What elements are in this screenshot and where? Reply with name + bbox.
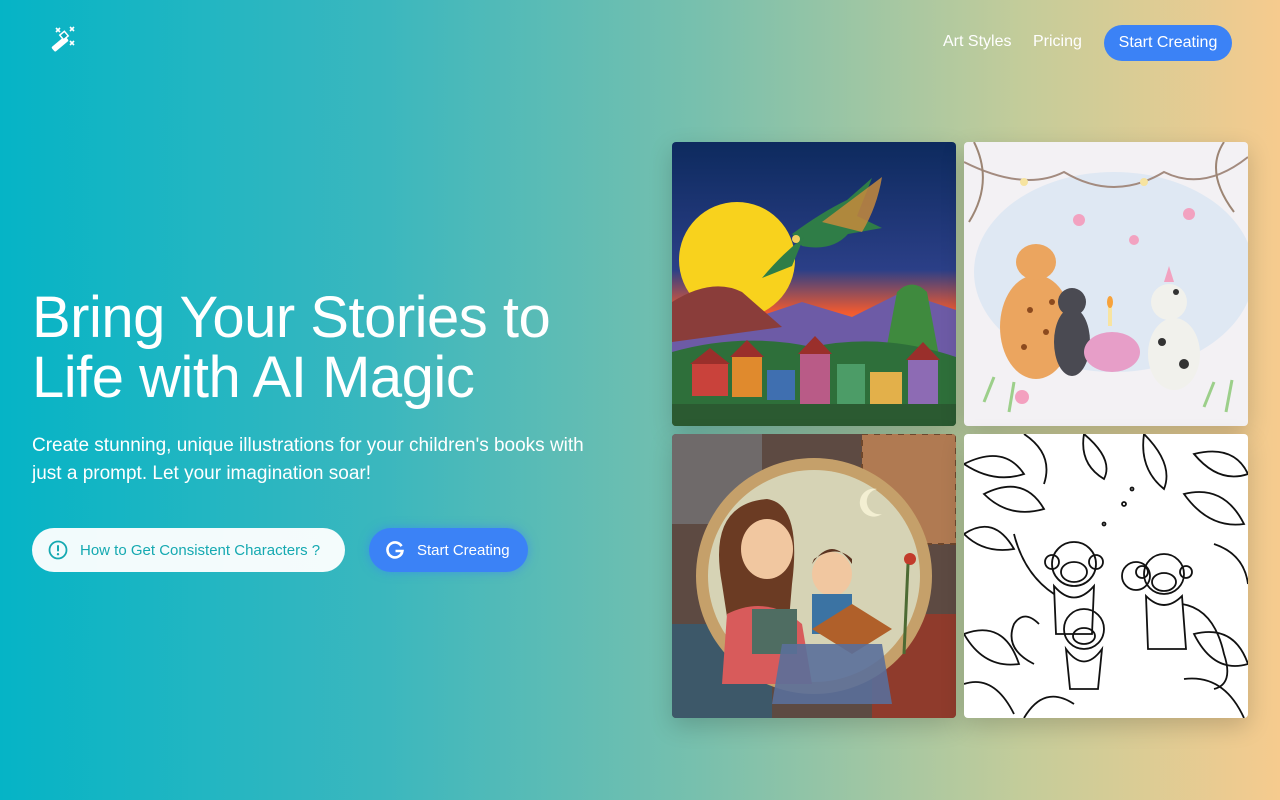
illustration-gallery — [672, 142, 1248, 718]
top-navigation: Art Styles Pricing Start Creating — [0, 0, 1280, 86]
info-circle-icon — [48, 540, 68, 560]
magic-wand-icon[interactable] — [48, 26, 78, 54]
consistent-characters-button[interactable]: How to Get Consistent Characters ? — [32, 528, 345, 572]
hero-subtitle-line-2: just a prompt. Let your imagination soar… — [32, 463, 372, 484]
hero-title-line-1: Bring Your Stories to — [32, 285, 551, 350]
animals-image — [964, 142, 1248, 426]
monkeys-image — [964, 434, 1248, 718]
hero-subtitle: Create stunning, unique illustrations fo… — [32, 432, 592, 488]
nav-link-pricing[interactable]: Pricing — [1033, 33, 1082, 51]
google-g-icon — [385, 540, 405, 560]
consistent-characters-label: How to Get Consistent Characters ? — [80, 541, 321, 559]
hero-title: Bring Your Stories to Life with AI Magic — [32, 288, 632, 408]
nav-link-art-styles[interactable]: Art Styles — [943, 33, 1011, 51]
google-start-creating-label: Start Creating — [417, 541, 510, 559]
dragon-image — [672, 142, 956, 426]
reading-image — [672, 434, 956, 718]
hero-subtitle-line-1: Create stunning, unique illustrations fo… — [32, 435, 584, 456]
google-start-creating-button[interactable]: Start Creating — [369, 528, 528, 572]
nav-start-creating-button[interactable]: Start Creating — [1104, 25, 1232, 61]
hero-title-line-2: Life with AI Magic — [32, 345, 475, 410]
